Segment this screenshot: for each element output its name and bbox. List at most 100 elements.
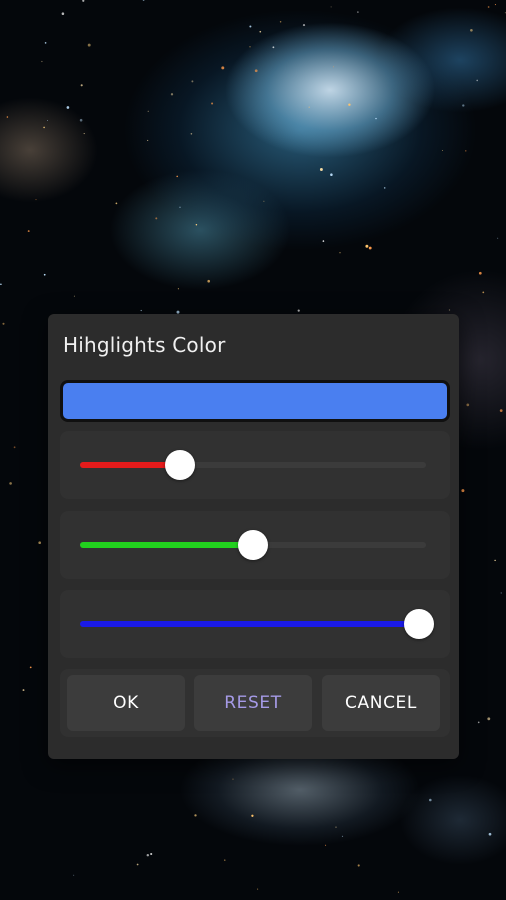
star bbox=[73, 295, 75, 297]
star bbox=[302, 24, 306, 27]
ok-button[interactable]: OK bbox=[67, 675, 185, 731]
star bbox=[477, 721, 480, 724]
star bbox=[150, 852, 153, 856]
star bbox=[66, 106, 70, 109]
green-slider-thumb[interactable] bbox=[238, 530, 268, 560]
star bbox=[499, 409, 503, 412]
star bbox=[325, 844, 327, 846]
dialog-button-bar: OK RESET CANCEL bbox=[60, 669, 450, 737]
star bbox=[155, 217, 158, 220]
star bbox=[487, 717, 491, 721]
star bbox=[136, 863, 139, 866]
star bbox=[13, 446, 16, 449]
highlights-color-dialog: Hihglights Color OK RESET CANCEL bbox=[48, 314, 459, 759]
color-preview-swatch bbox=[60, 380, 450, 422]
star bbox=[191, 80, 194, 83]
star bbox=[207, 279, 210, 283]
star bbox=[272, 46, 275, 49]
star bbox=[43, 126, 45, 129]
star bbox=[482, 291, 485, 294]
star bbox=[476, 79, 478, 82]
star bbox=[249, 25, 252, 28]
star bbox=[429, 798, 432, 802]
star bbox=[494, 559, 496, 562]
star bbox=[308, 106, 310, 108]
star bbox=[263, 200, 265, 202]
star bbox=[488, 832, 492, 836]
star bbox=[80, 84, 83, 87]
star bbox=[249, 46, 251, 48]
star bbox=[335, 826, 337, 828]
star bbox=[497, 237, 499, 239]
star bbox=[470, 28, 473, 32]
star bbox=[221, 66, 225, 70]
star bbox=[232, 778, 234, 780]
star bbox=[322, 240, 325, 242]
star bbox=[297, 309, 300, 312]
blue-slider-track[interactable] bbox=[80, 621, 426, 627]
star bbox=[38, 541, 42, 545]
star bbox=[43, 273, 46, 276]
star bbox=[6, 116, 9, 118]
star bbox=[368, 246, 372, 250]
star bbox=[365, 244, 369, 248]
star bbox=[224, 859, 226, 861]
reset-button[interactable]: RESET bbox=[194, 675, 312, 731]
star bbox=[147, 139, 149, 141]
star bbox=[194, 814, 197, 817]
star bbox=[461, 489, 465, 493]
star bbox=[339, 252, 341, 254]
star bbox=[82, 0, 85, 2]
star bbox=[494, 4, 496, 6]
green-slider-card bbox=[60, 511, 450, 579]
star bbox=[478, 271, 482, 275]
star bbox=[195, 223, 198, 226]
star bbox=[254, 69, 258, 73]
star bbox=[170, 93, 174, 96]
dialog-title: Hihglights Color bbox=[63, 333, 226, 357]
star bbox=[190, 133, 193, 135]
star bbox=[357, 11, 359, 13]
star bbox=[397, 891, 399, 893]
star bbox=[115, 202, 118, 205]
star bbox=[211, 102, 214, 105]
star bbox=[83, 133, 85, 135]
star bbox=[465, 150, 467, 152]
star bbox=[179, 206, 181, 209]
star bbox=[176, 175, 178, 178]
star bbox=[251, 814, 254, 817]
star bbox=[87, 43, 91, 47]
star bbox=[383, 187, 386, 189]
star bbox=[259, 30, 262, 33]
star bbox=[35, 199, 37, 201]
star bbox=[146, 853, 150, 857]
star bbox=[147, 110, 149, 112]
star bbox=[332, 66, 334, 68]
star bbox=[47, 119, 48, 121]
star bbox=[319, 168, 323, 171]
blue-slider-thumb[interactable] bbox=[404, 609, 435, 639]
red-slider-card bbox=[60, 431, 450, 499]
star bbox=[330, 6, 332, 8]
star bbox=[142, 0, 145, 1]
star bbox=[466, 403, 470, 407]
red-slider-thumb[interactable] bbox=[165, 450, 196, 480]
star bbox=[348, 103, 351, 106]
star bbox=[61, 12, 65, 15]
star bbox=[22, 689, 25, 692]
star bbox=[41, 60, 43, 63]
red-slider-track[interactable] bbox=[80, 462, 426, 468]
star bbox=[9, 482, 12, 485]
star bbox=[341, 835, 344, 838]
blue-slider-fill bbox=[80, 621, 420, 627]
star bbox=[279, 20, 282, 23]
star bbox=[0, 283, 2, 285]
star bbox=[73, 874, 75, 876]
star bbox=[140, 309, 142, 312]
star bbox=[29, 666, 32, 669]
cancel-button[interactable]: CANCEL bbox=[322, 675, 440, 731]
star bbox=[79, 118, 83, 122]
star bbox=[448, 309, 451, 311]
star bbox=[44, 42, 47, 44]
star bbox=[357, 864, 360, 867]
